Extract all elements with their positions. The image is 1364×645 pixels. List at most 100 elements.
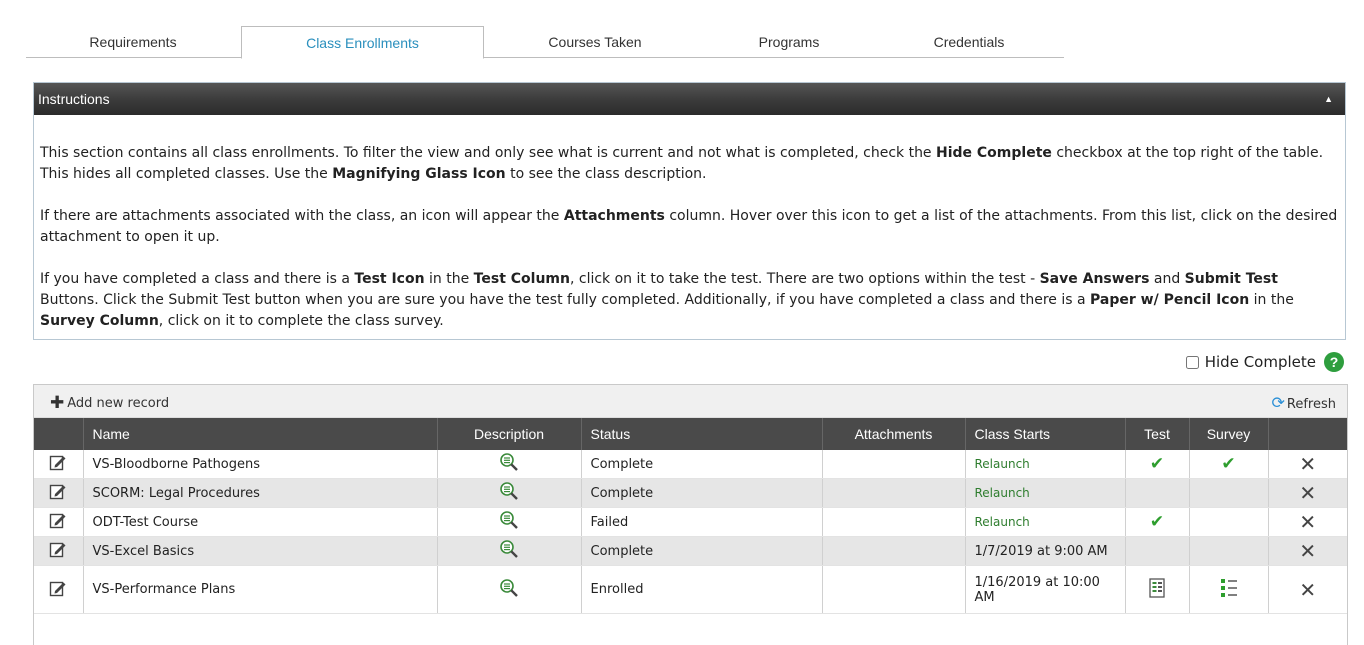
- relaunch-link[interactable]: Relaunch: [975, 486, 1030, 500]
- tab-strip: Requirements Class Enrollments Courses T…: [26, 26, 1064, 59]
- attachments-cell: [821, 478, 965, 508]
- class-starts-cell: Relaunch: [964, 478, 1125, 508]
- magnifying-glass-icon[interactable]: [499, 453, 519, 476]
- name-cell: VS-Excel Basics: [82, 536, 437, 566]
- hide-complete-checkbox[interactable]: [1185, 355, 1199, 369]
- instructions-body: This section contains all class enrollme…: [34, 115, 1345, 332]
- attachments-cell: [821, 507, 965, 537]
- table-row: SCORM: Legal Procedures Complete Relaunch ✕: [34, 478, 1347, 508]
- tab-credentials[interactable]: Credentials: [881, 26, 1057, 57]
- col-attachments[interactable]: Attachments: [821, 418, 965, 450]
- magnifying-glass-icon[interactable]: [499, 578, 519, 602]
- col-class-starts[interactable]: Class Starts: [964, 418, 1125, 450]
- table-header-row: Name Description Status Attachments Clas…: [34, 418, 1347, 450]
- survey-icon[interactable]: [1220, 578, 1238, 602]
- edit-icon[interactable]: [49, 542, 67, 562]
- instructions-paragraph-2: If there are attachments associated with…: [40, 208, 1338, 245]
- hide-complete-label[interactable]: Hide Complete: [1205, 353, 1316, 371]
- table-row: VS-Performance Plans Enrolled 1/16/2019 at…: [34, 565, 1347, 614]
- instructions-header[interactable]: Instructions ▲: [34, 83, 1345, 115]
- survey-cell: [1188, 478, 1268, 508]
- magnifying-glass-icon[interactable]: [499, 482, 519, 505]
- col-delete: [1267, 418, 1347, 450]
- edit-icon[interactable]: [49, 455, 67, 475]
- status-cell: Complete: [580, 450, 822, 479]
- add-new-record-button[interactable]: ✚ Add new record: [50, 393, 169, 413]
- tab-class-enrollments[interactable]: Class Enrollments: [241, 26, 484, 59]
- attachments-cell: [821, 450, 965, 479]
- col-test[interactable]: Test: [1124, 418, 1189, 450]
- delete-cell: ✕: [1267, 536, 1347, 566]
- test-icon[interactable]: [1149, 577, 1165, 602]
- relaunch-link[interactable]: Relaunch: [975, 457, 1030, 471]
- test-cell: ✔: [1124, 507, 1189, 537]
- col-survey[interactable]: Survey: [1188, 418, 1268, 450]
- magnifying-glass-icon[interactable]: [499, 540, 519, 563]
- name-cell: SCORM: Legal Procedures: [82, 478, 437, 508]
- description-cell: [436, 565, 581, 614]
- check-icon: ✔: [1221, 454, 1236, 474]
- class-starts-value: 1/7/2019 at 9:00 AM: [974, 543, 1108, 559]
- instructions-paragraph-3: If you have completed a class and there …: [40, 271, 1294, 329]
- edit-cell: [34, 536, 83, 566]
- delete-x-icon[interactable]: ✕: [1299, 481, 1316, 505]
- survey-cell: [1188, 507, 1268, 537]
- attachments-cell: [821, 536, 965, 566]
- check-icon: ✔: [1149, 454, 1165, 474]
- edit-icon[interactable]: [49, 484, 67, 504]
- edit-cell: [34, 478, 83, 508]
- col-edit: [34, 418, 83, 450]
- test-cell: ✔: [1124, 450, 1189, 479]
- refresh-icon: ⟳: [1271, 393, 1285, 412]
- col-status[interactable]: Status: [580, 418, 822, 450]
- instructions-panel: Instructions ▲ This section contains all…: [33, 82, 1346, 340]
- edit-icon[interactable]: [49, 581, 67, 601]
- class-starts-cell: Relaunch: [964, 450, 1125, 479]
- name-cell: VS-Performance Plans: [82, 565, 437, 614]
- relaunch-link[interactable]: Relaunch: [975, 515, 1030, 529]
- test-cell: [1124, 536, 1189, 566]
- edit-icon[interactable]: [49, 513, 67, 533]
- survey-cell: ✔: [1188, 450, 1268, 479]
- class-starts-value: 1/16/2019 at 10:00 AM: [974, 574, 1100, 605]
- enrollments-table: Name Description Status Attachments Clas…: [34, 418, 1347, 614]
- survey-cell: [1188, 536, 1268, 566]
- tab-courses-taken[interactable]: Courses Taken: [501, 26, 689, 57]
- name-cell: ODT-Test Course: [82, 507, 437, 537]
- description-cell: [436, 507, 581, 537]
- status-cell: Enrolled: [580, 565, 822, 614]
- tab-baseline: [26, 57, 1064, 58]
- tab-requirements[interactable]: Requirements: [26, 26, 240, 57]
- status-cell: Failed: [580, 507, 822, 537]
- help-icon[interactable]: ?: [1324, 352, 1344, 372]
- delete-x-icon[interactable]: ✕: [1299, 578, 1316, 602]
- survey-cell: [1188, 565, 1268, 614]
- delete-cell: ✕: [1267, 565, 1347, 614]
- delete-x-icon[interactable]: ✕: [1299, 539, 1316, 563]
- plus-icon: ✚: [50, 393, 65, 413]
- test-cell: [1124, 565, 1189, 614]
- grid-toolbar: ✚ Add new record ⟳ Refresh: [34, 385, 1347, 418]
- class-starts-cell: 1/16/2019 at 10:00 AM: [964, 565, 1125, 614]
- refresh-button[interactable]: ⟳ Refresh: [1272, 393, 1337, 412]
- edit-cell: [34, 565, 83, 614]
- delete-x-icon[interactable]: ✕: [1299, 452, 1316, 476]
- delete-cell: ✕: [1267, 450, 1347, 479]
- delete-cell: ✕: [1267, 507, 1347, 537]
- check-icon: ✔: [1149, 512, 1165, 532]
- test-cell: [1124, 478, 1189, 508]
- instructions-title: Instructions: [38, 91, 110, 107]
- status-cell: Complete: [580, 478, 822, 508]
- class-starts-cell: 1/7/2019 at 9:00 AM: [964, 536, 1125, 566]
- description-cell: [436, 536, 581, 566]
- col-name[interactable]: Name: [82, 418, 437, 450]
- tab-programs[interactable]: Programs: [696, 26, 882, 57]
- table-row: ODT-Test Course Failed Relaunch ✔ ✕: [34, 507, 1347, 537]
- collapse-caret-icon[interactable]: ▲: [1324, 83, 1333, 115]
- delete-x-icon[interactable]: ✕: [1299, 510, 1316, 534]
- name-cell: VS-Bloodborne Pathogens: [82, 450, 437, 479]
- col-description[interactable]: Description: [436, 418, 581, 450]
- magnifying-glass-icon[interactable]: [499, 511, 519, 534]
- edit-cell: [34, 450, 83, 479]
- hide-complete-control: Hide Complete ?: [1185, 352, 1344, 372]
